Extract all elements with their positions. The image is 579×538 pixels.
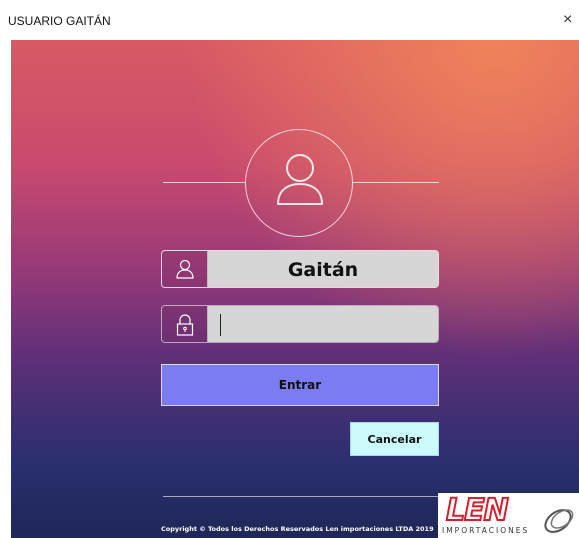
logo-brand: LEN: [445, 492, 510, 529]
copyright-text: Copyright © Todos los Derechos Reservado…: [161, 525, 434, 533]
logo-subtitle: IMPORTACIONES: [442, 526, 530, 535]
user-icon: [277, 154, 323, 205]
login-background: [11, 40, 579, 538]
window-title: USUARIO GAITÁN: [8, 14, 111, 28]
enter-button[interactable]: Entrar: [161, 364, 439, 406]
username-icon-box: [162, 251, 208, 287]
lock-icon: [176, 314, 194, 336]
password-input[interactable]: [208, 306, 438, 342]
avatar-divider-right: [353, 182, 439, 183]
logo-swirl-icon: [544, 509, 574, 533]
avatar: [245, 129, 353, 237]
username-field[interactable]: Gaitán: [161, 250, 439, 288]
close-icon[interactable]: ×: [563, 12, 572, 28]
footer-divider: [163, 496, 441, 497]
username-input[interactable]: Gaitán: [208, 251, 438, 287]
cancel-button[interactable]: Cancelar: [350, 422, 439, 456]
window-titlebar: USUARIO GAITÁN ×: [0, 0, 579, 40]
text-caret: [220, 314, 221, 336]
password-field[interactable]: [161, 305, 439, 343]
user-icon: [176, 259, 194, 279]
password-icon-box: [162, 306, 208, 342]
len-logo: LEN IMPORTACIONES: [438, 492, 579, 538]
avatar-divider-left: [163, 182, 245, 183]
